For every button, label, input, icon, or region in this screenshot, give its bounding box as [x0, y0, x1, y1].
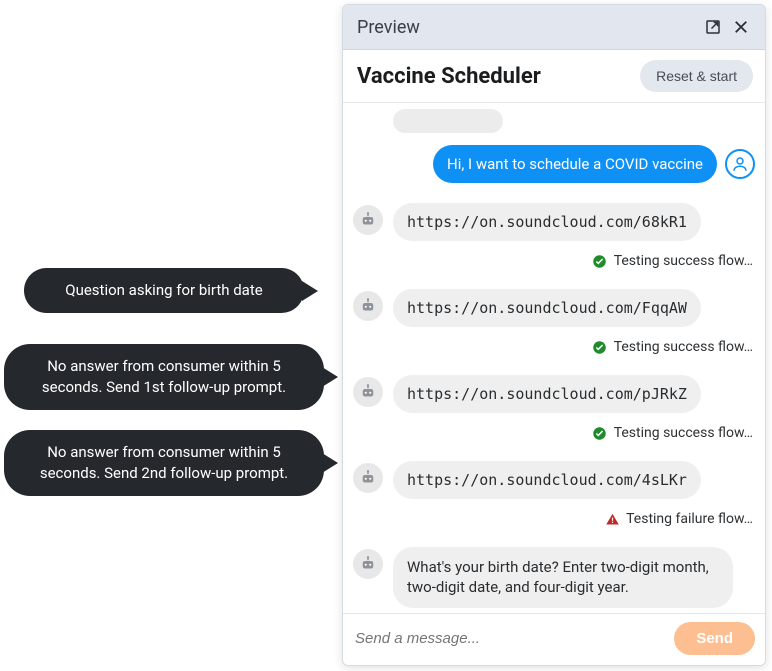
reset-start-button[interactable]: Reset & start [640, 60, 753, 92]
popout-button[interactable] [699, 13, 727, 41]
annotation-bubble: No answer from consumer within 5 seconds… [4, 430, 324, 496]
warning-triangle-icon [604, 511, 620, 527]
bot-question-bubble: What's your birth date? Enter two-digit … [393, 547, 733, 608]
chat-body[interactable]: Hi, I want to schedule a COVID vaccine h… [343, 103, 765, 613]
message-input[interactable] [353, 624, 666, 653]
bot-avatar [353, 291, 383, 321]
check-circle-icon [592, 425, 608, 441]
user-message-row: Hi, I want to schedule a COVID vaccine [353, 145, 755, 183]
annotation-bubble: Question asking for birth date [24, 268, 304, 313]
bot-message-bubble: https://on.soundcloud.com/4sLKr [393, 461, 701, 499]
bot-message-bubble: https://on.soundcloud.com/pJRkZ [393, 375, 701, 413]
robot-icon [359, 211, 377, 229]
bot-message-row: https://on.soundcloud.com/pJRkZ [353, 375, 755, 413]
close-icon [732, 18, 750, 36]
robot-icon [359, 297, 377, 315]
robot-icon [359, 383, 377, 401]
status-row: Testing failure flow… [353, 511, 755, 527]
bot-message-bubble: https://on.soundcloud.com/68kR1 [393, 203, 701, 241]
annotation-bubble: No answer from consumer within 5 seconds… [4, 344, 324, 410]
user-message-bubble: Hi, I want to schedule a COVID vaccine [433, 145, 717, 183]
status-row: Testing success flow… [353, 425, 755, 441]
bot-message-row: https://on.soundcloud.com/FqqAW [353, 289, 755, 327]
user-avatar [725, 149, 755, 179]
preview-panel: Preview Vaccine Scheduler Reset & start … [342, 4, 766, 666]
status-text: Testing success flow… [614, 425, 753, 441]
check-circle-icon [592, 253, 608, 269]
robot-icon [359, 469, 377, 487]
robot-icon [359, 555, 377, 573]
bot-message-row: What's your birth date? Enter two-digit … [353, 547, 755, 608]
bot-avatar [353, 463, 383, 493]
status-text: Testing success flow… [614, 253, 753, 269]
user-icon [731, 155, 749, 173]
bot-message-row: https://on.soundcloud.com/4sLKr [353, 461, 755, 499]
bot-message-bubble: https://on.soundcloud.com/FqqAW [393, 289, 701, 327]
bot-message-row: https://on.soundcloud.com/68kR1 [353, 203, 755, 241]
panel-title: Preview [357, 17, 699, 38]
send-button[interactable]: Send [674, 622, 755, 655]
input-bar: Send [343, 613, 765, 665]
bot-avatar [353, 377, 383, 407]
scheduler-title: Vaccine Scheduler [357, 64, 640, 89]
close-button[interactable] [727, 13, 755, 41]
bot-avatar [353, 205, 383, 235]
status-row: Testing success flow… [353, 339, 755, 355]
bot-avatar [353, 549, 383, 579]
popout-icon [704, 18, 722, 36]
status-text: Testing success flow… [614, 339, 753, 355]
subheader: Vaccine Scheduler Reset & start [343, 50, 765, 103]
annotation-layer: Question asking for birth date No answer… [0, 0, 340, 671]
status-row: Testing success flow… [353, 253, 755, 269]
check-circle-icon [592, 339, 608, 355]
titlebar: Preview [343, 5, 765, 50]
status-text: Testing failure flow… [626, 511, 753, 527]
prior-message-stub [393, 109, 503, 133]
